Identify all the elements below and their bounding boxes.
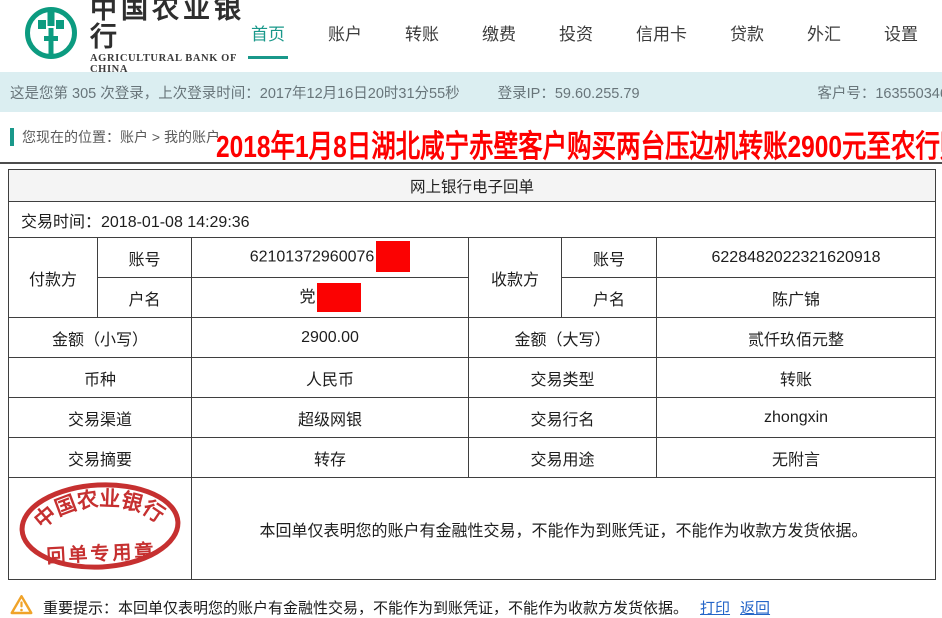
nav-item-loans[interactable]: 贷款	[730, 12, 764, 59]
payee-role-label: 收款方	[469, 238, 562, 318]
channel-label: 交易渠道	[9, 398, 192, 438]
payee-account-value: 6228482022321620918	[657, 238, 936, 278]
warning-icon	[10, 594, 33, 618]
nav-item-investment[interactable]: 投资	[559, 12, 593, 59]
currency-label: 币种	[9, 358, 192, 398]
print-link[interactable]: 打印	[700, 597, 730, 618]
payer-account-value: 62101372960076	[192, 238, 469, 278]
receipt-disclaimer: 本回单仅表明您的账户有金融性交易，不能作为到账凭证，不能作为收款方发货依据。	[192, 478, 936, 580]
txn-type-label: 交易类型	[469, 358, 657, 398]
login-status-bar: 这是您第 305 次登录，上次登录时间：2017年12月16日20时31分55秒…	[0, 72, 942, 112]
app-header: 中国农业银行 AGRICULTURAL BANK OF CHINA 首页 账户 …	[0, 0, 942, 70]
breadcrumb-marker	[10, 128, 14, 146]
payee-name-value: 陈广锦	[657, 278, 936, 318]
nav-item-accounts[interactable]: 账户	[328, 12, 362, 59]
channel-value: 超级网银	[192, 398, 469, 438]
purpose-label: 交易用途	[469, 438, 657, 478]
bank-name-cn: 中国农业银行	[90, 0, 251, 51]
breadcrumb-row: 您现在的位置：账户 > 我的账户 2018年1月8日湖北咸宁赤壁客户购买两台压边…	[0, 112, 942, 164]
footer-row: 重要提示：本回单仅表明您的账户有金融性交易，不能作为到账凭证，不能作为收款方发货…	[0, 594, 942, 618]
txn-bank-label: 交易行名	[469, 398, 657, 438]
receipt-title: 网上银行电子回单	[9, 170, 936, 202]
amount-words-label: 金额（大写）	[469, 318, 657, 358]
currency-value: 人民币	[192, 358, 469, 398]
payer-account-label: 账号	[98, 238, 192, 278]
nav-item-transfer[interactable]: 转账	[405, 12, 439, 59]
transaction-time: 交易时间：2018-01-08 14:29:36	[9, 202, 936, 238]
redaction-box	[376, 241, 410, 272]
abc-emblem-icon	[24, 6, 78, 65]
login-ip-text: 登录IP：59.60.255.79	[498, 82, 640, 103]
customer-number-text: 客户号：1635503462	[817, 72, 942, 112]
amount-figures-value: 2900.00	[192, 318, 469, 358]
txn-bank-value: zhongxin	[657, 398, 936, 438]
login-count-text: 这是您第 305 次登录，上次登录时间：2017年12月16日20时31分55秒	[10, 82, 460, 103]
e-receipt-table: 网上银行电子回单 交易时间：2018-01-08 14:29:36 付款方 账号…	[8, 169, 936, 580]
payer-name-label: 户名	[98, 278, 192, 318]
svg-text:回单专用章: 回单专用章	[46, 539, 157, 568]
nav-item-payments[interactable]: 缴费	[482, 12, 516, 59]
summary-value: 转存	[192, 438, 469, 478]
breadcrumb: 您现在的位置：账户 > 我的账户	[22, 127, 220, 147]
bank-seal-cell: 中国农业银行 回单专用章	[9, 478, 192, 580]
amount-figures-label: 金额（小写）	[9, 318, 192, 358]
nav-item-home[interactable]: 首页	[251, 12, 285, 59]
nav-item-credit-card[interactable]: 信用卡	[636, 12, 687, 59]
nav-item-forex[interactable]: 外汇	[807, 12, 841, 59]
important-notice-text: 重要提示：本回单仅表明您的账户有金融性交易，不能作为到账凭证，不能作为收款方发货…	[43, 597, 688, 618]
bank-seal-icon: 中国农业银行 回单专用章	[14, 476, 187, 577]
back-link[interactable]: 返回	[740, 597, 770, 618]
summary-label: 交易摘要	[9, 438, 192, 478]
bank-logo: 中国农业银行 AGRICULTURAL BANK OF CHINA	[24, 0, 251, 75]
txn-type-value: 转账	[657, 358, 936, 398]
payer-name-value: 党	[192, 278, 469, 318]
payee-account-label: 账号	[562, 238, 657, 278]
purpose-value: 无附言	[657, 438, 936, 478]
red-annotation-title: 2018年1月8日湖北咸宁赤壁客户购买两台压边机转账2900元至农行账户	[216, 121, 942, 166]
redaction-box	[317, 283, 361, 312]
nav-item-settings[interactable]: 设置	[884, 12, 918, 59]
payer-role-label: 付款方	[9, 238, 98, 318]
amount-words-value: 贰仟玖佰元整	[657, 318, 936, 358]
payee-name-label: 户名	[562, 278, 657, 318]
main-nav: 首页 账户 转账 缴费 投资 信用卡 贷款 外汇 设置	[251, 12, 928, 59]
